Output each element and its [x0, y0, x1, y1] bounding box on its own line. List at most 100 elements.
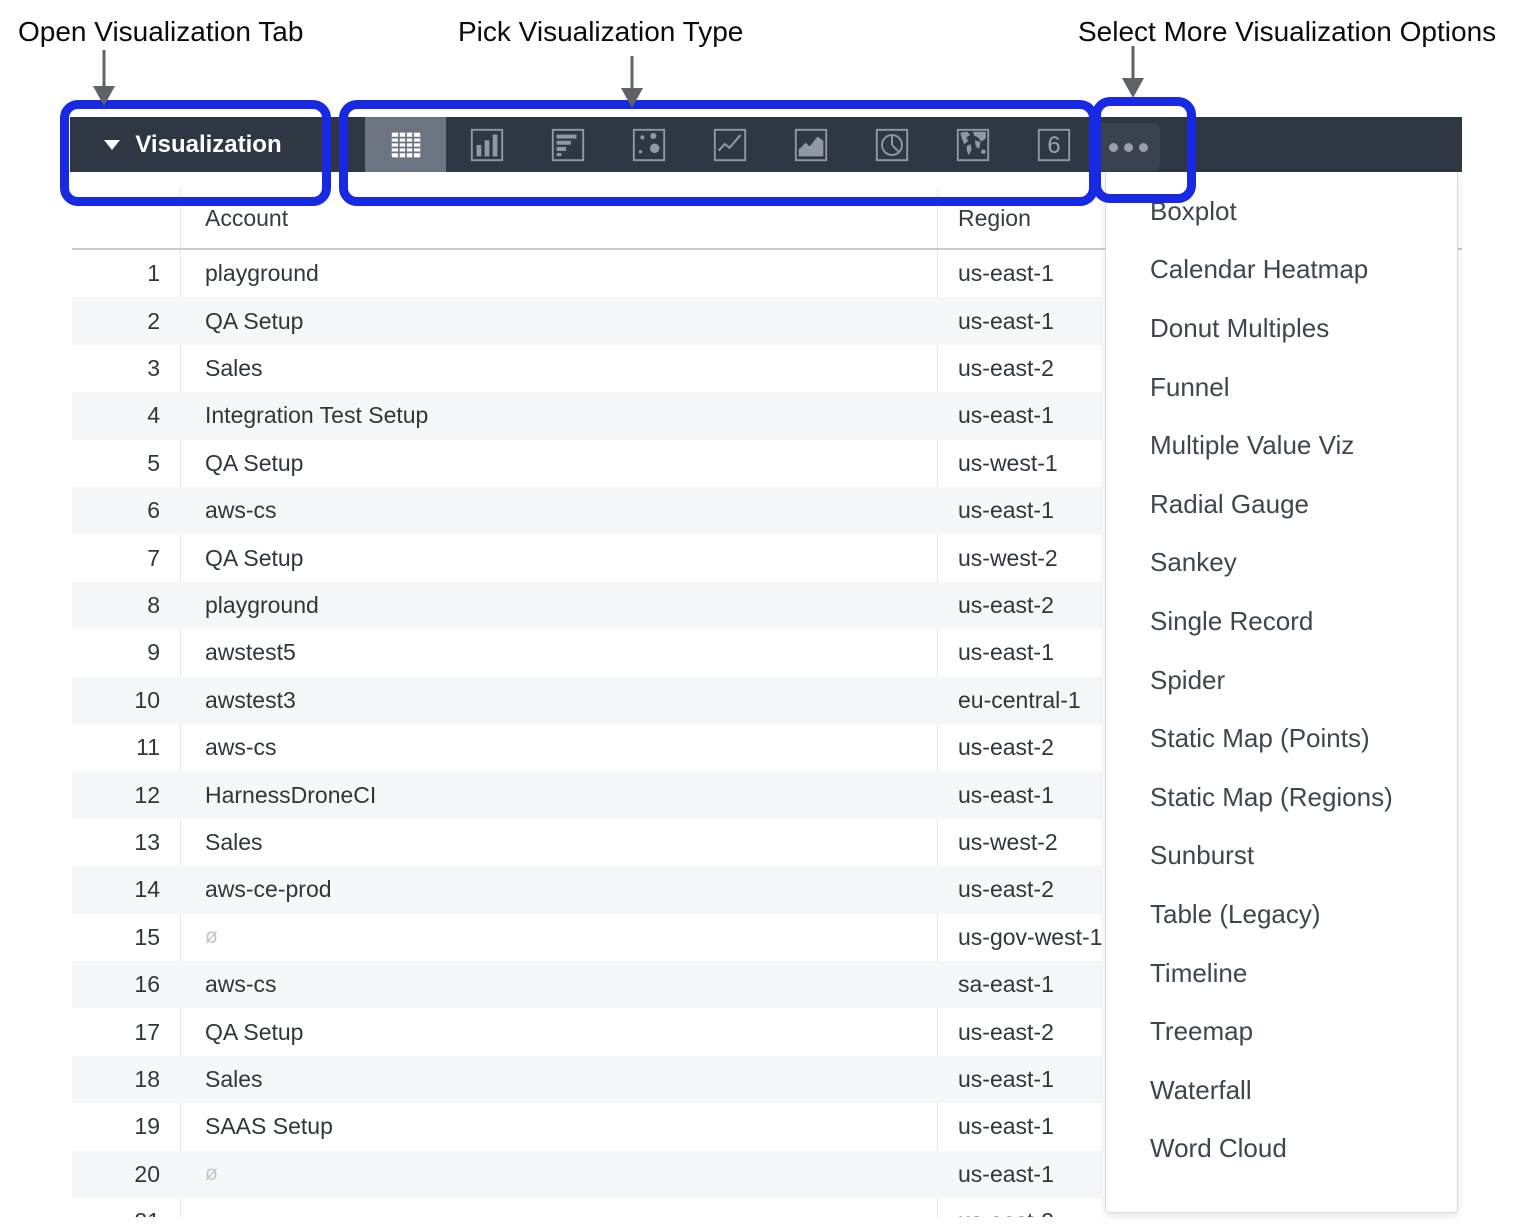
row-index: 4 — [72, 402, 160, 429]
table-icon — [387, 126, 425, 164]
region-cell: us-east-1 — [958, 1066, 1102, 1093]
table-row: 2 QA Setup us-east-1 — [72, 297, 1102, 344]
viz-type-scatter-plot-button[interactable] — [608, 117, 689, 172]
table-row: 18 Sales us-east-1 — [72, 1056, 1102, 1103]
table-row: 12 HarnessDroneCI us-east-1 — [72, 771, 1102, 818]
annotation-pick-visualization-type: Pick Visualization Type — [458, 16, 743, 48]
row-index: 5 — [72, 450, 160, 477]
viz-type-table-button[interactable] — [365, 117, 446, 172]
table-row: 13 Sales us-west-2 — [72, 819, 1102, 866]
region-cell: us-east-2 — [958, 1208, 1102, 1217]
region-cell: us-east-2 — [958, 1019, 1102, 1046]
region-cell: us-west-2 — [958, 545, 1102, 572]
menu-item-static-map-regions[interactable]: Static Map (Regions) — [1106, 768, 1457, 827]
row-index: 6 — [72, 497, 160, 524]
visualization-type-icon-row: 6 — [365, 117, 1094, 172]
line-chart-icon — [711, 126, 749, 164]
visualization-toolbar: Visualization — [70, 117, 1462, 172]
region-cell: us-east-1 — [958, 782, 1102, 809]
column-header-region: Region — [958, 188, 1031, 248]
down-arrow — [1121, 46, 1145, 98]
table-row: 9 awstest5 us-east-1 — [72, 629, 1102, 676]
row-index: 7 — [72, 545, 160, 572]
table-row: 21 us-east-2 — [72, 1198, 1102, 1217]
account-cell: awstest5 — [205, 639, 296, 666]
account-cell: SAAS Setup — [205, 1113, 333, 1140]
menu-item-radial-gauge[interactable]: Radial Gauge — [1106, 475, 1457, 534]
viz-type-pie-chart-button[interactable] — [851, 117, 932, 172]
row-index: 15 — [72, 924, 160, 951]
row-index: 2 — [72, 308, 160, 335]
row-index: 17 — [72, 1019, 160, 1046]
area-chart-icon — [792, 126, 830, 164]
menu-item-donut-multiples[interactable]: Donut Multiples — [1106, 299, 1457, 358]
menu-item-funnel[interactable]: Funnel — [1106, 358, 1457, 417]
menu-item-timeline[interactable]: Timeline — [1106, 944, 1457, 1003]
row-index: 9 — [72, 639, 160, 666]
menu-item-calendar-heatmap[interactable]: Calendar Heatmap — [1106, 241, 1457, 300]
row-index: 18 — [72, 1066, 160, 1093]
bar-chart-icon — [468, 126, 506, 164]
row-index: 8 — [72, 592, 160, 619]
account-cell: QA Setup — [205, 1019, 303, 1046]
region-cell: us-east-2 — [958, 876, 1102, 903]
screenshot-root: Open Visualization Tab Pick Visualizatio… — [0, 0, 1528, 1232]
more-visualization-options-button[interactable] — [1096, 123, 1160, 171]
account-cell: aws-ce-prod — [205, 876, 332, 903]
viz-type-row-chart-button[interactable] — [527, 117, 608, 172]
menu-item-sunburst[interactable]: Sunburst — [1106, 827, 1457, 886]
row-index: 21 — [72, 1208, 160, 1217]
menu-item-waterfall[interactable]: Waterfall — [1106, 1061, 1457, 1120]
account-cell: ø — [205, 1162, 218, 1186]
viz-type-area-chart-button[interactable] — [770, 117, 851, 172]
more-visualization-options-menu: BoxplotCalendar HeatmapDonut MultiplesFu… — [1105, 172, 1458, 1213]
region-cell: us-east-1 — [958, 1161, 1102, 1188]
region-cell: us-east-1 — [958, 308, 1102, 335]
viz-type-map-button[interactable] — [932, 117, 1013, 172]
region-cell: us-east-2 — [958, 355, 1102, 382]
viz-type-line-chart-button[interactable] — [689, 117, 770, 172]
menu-item-spider[interactable]: Spider — [1106, 651, 1457, 710]
account-cell: QA Setup — [205, 308, 303, 335]
region-cell: us-east-1 — [958, 260, 1102, 287]
table-row: 15 ø us-gov-west-1 — [72, 914, 1102, 961]
region-cell: us-east-1 — [958, 1113, 1102, 1140]
viz-type-counter-button[interactable]: 6 — [1013, 117, 1094, 172]
row-index: 1 — [72, 260, 160, 287]
menu-item-word-cloud[interactable]: Word Cloud — [1106, 1120, 1457, 1179]
annotation-select-more-visualization-options: Select More Visualization Options — [1078, 16, 1496, 48]
viz-type-bar-chart-button[interactable] — [446, 117, 527, 172]
row-index: 12 — [72, 782, 160, 809]
caret-down-icon — [104, 140, 120, 150]
svg-text:6: 6 — [1047, 132, 1060, 159]
row-index: 11 — [72, 734, 160, 761]
menu-item-boxplot[interactable]: Boxplot — [1106, 182, 1457, 241]
column-header-account: Account — [205, 188, 288, 248]
table-row: 16 aws-cs sa-east-1 — [72, 961, 1102, 1008]
menu-item-static-map-points[interactable]: Static Map (Points) — [1106, 709, 1457, 768]
region-cell: us-west-2 — [958, 829, 1102, 856]
account-cell: QA Setup — [205, 545, 303, 572]
account-cell: ø — [205, 925, 218, 949]
down-arrow — [620, 56, 644, 108]
menu-item-treemap[interactable]: Treemap — [1106, 1002, 1457, 1061]
table-row: 14 aws-ce-prod us-east-2 — [72, 866, 1102, 913]
scatter-plot-icon — [630, 126, 668, 164]
visualization-tab-label: Visualization — [135, 131, 281, 159]
region-cell: sa-east-1 — [958, 971, 1102, 998]
counter-icon: 6 — [1035, 126, 1073, 164]
menu-item-multiple-value-viz[interactable]: Multiple Value Viz — [1106, 416, 1457, 475]
tab-visualization[interactable]: Visualization — [70, 117, 316, 172]
row-index: 13 — [72, 829, 160, 856]
region-cell: us-east-1 — [958, 639, 1102, 666]
table-row: 7 QA Setup us-west-2 — [72, 534, 1102, 581]
menu-item-sankey[interactable]: Sankey — [1106, 534, 1457, 593]
table-row: 19 SAAS Setup us-east-1 — [72, 1103, 1102, 1150]
account-cell: HarnessDroneCI — [205, 782, 376, 809]
menu-item-single-record[interactable]: Single Record — [1106, 592, 1457, 651]
row-index: 10 — [72, 687, 160, 714]
region-cell: us-east-2 — [958, 734, 1102, 761]
region-cell: us-east-2 — [958, 592, 1102, 619]
table-row: 10 awstest3 eu-central-1 — [72, 677, 1102, 724]
menu-item-table-legacy[interactable]: Table (Legacy) — [1106, 885, 1457, 944]
